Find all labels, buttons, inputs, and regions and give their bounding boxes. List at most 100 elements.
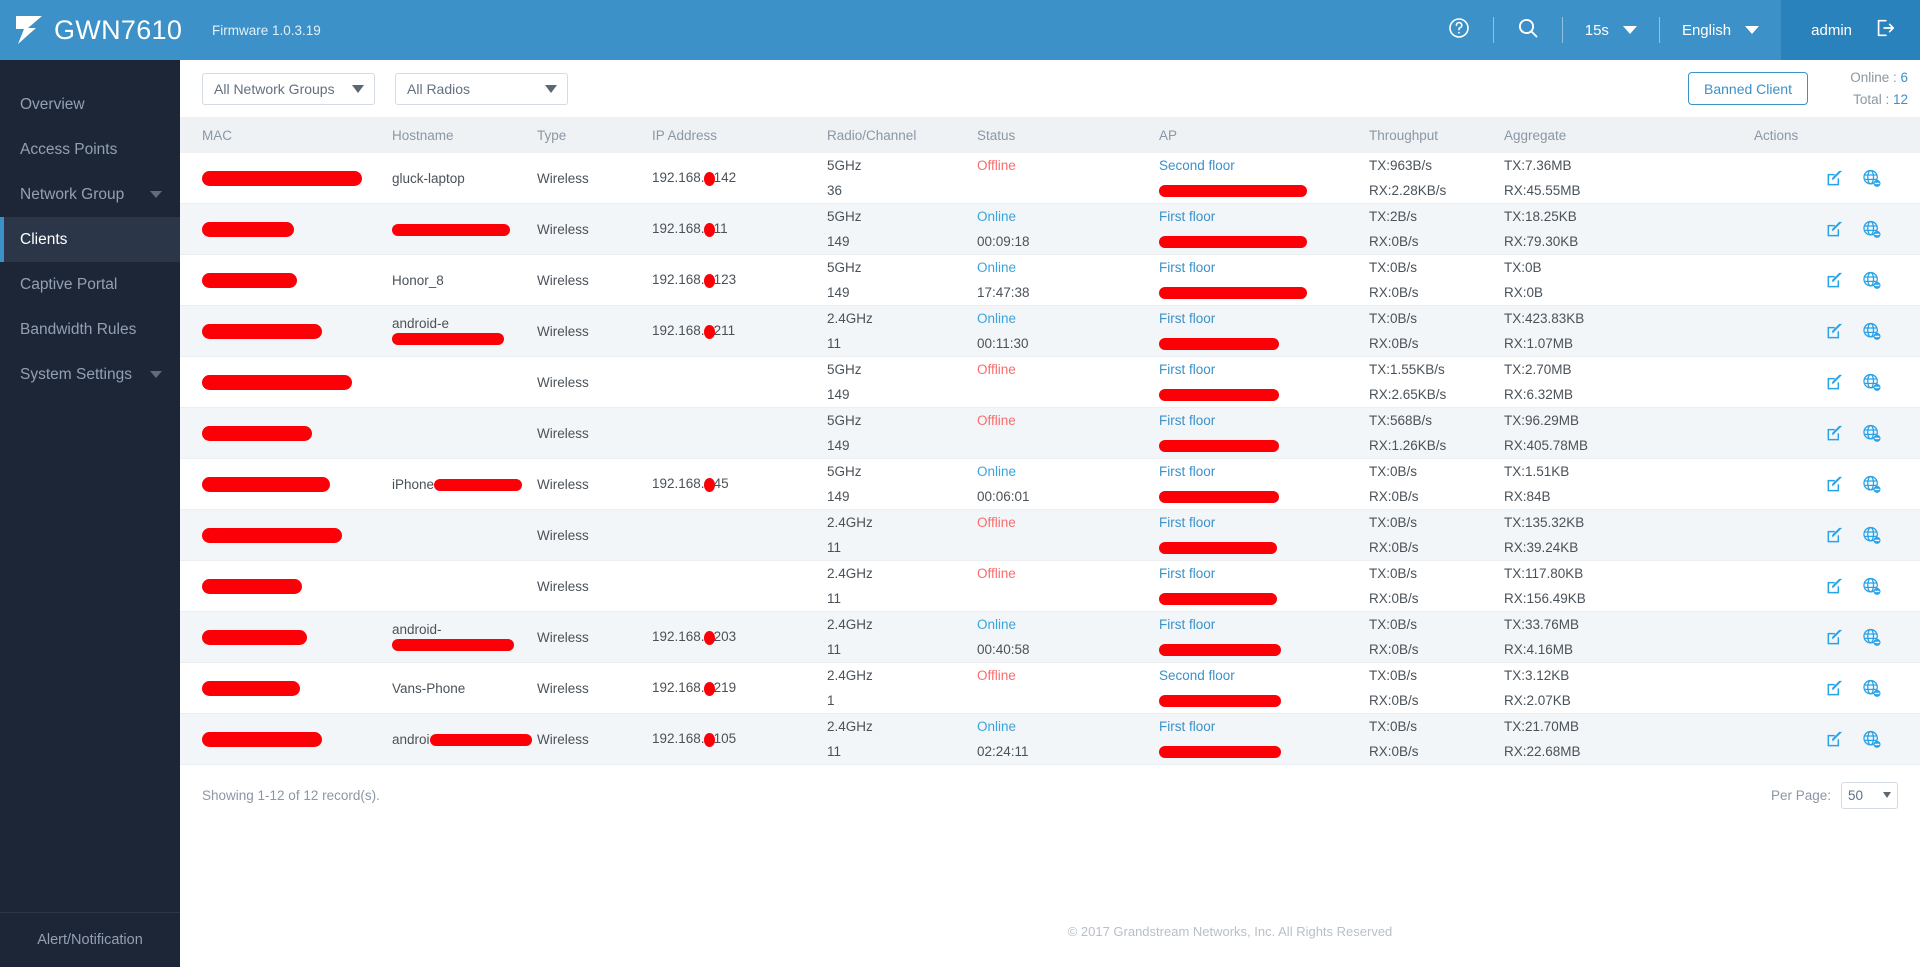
ap-name-link[interactable]: First floor — [1159, 612, 1369, 637]
block-internet-icon[interactable] — [1861, 576, 1882, 597]
ap-name-link[interactable]: First floor — [1159, 714, 1369, 739]
cell-hostname-text: Vans-Phone — [392, 680, 466, 696]
sidebar-item-system-settings[interactable]: System Settings — [0, 352, 180, 397]
table-row[interactable]: gluck-laptop Wireless 192.168. 142 5GHz 36 Off… — [180, 153, 1920, 204]
user-menu[interactable]: admin — [1781, 0, 1920, 60]
column-header-hostname[interactable]: Hostname — [392, 117, 537, 153]
search-button[interactable] — [1494, 0, 1562, 60]
edit-icon[interactable] — [1825, 423, 1845, 444]
aggregate-tx: TX:2.70MB — [1504, 362, 1572, 377]
help-button[interactable] — [1425, 0, 1493, 60]
column-header-throughput[interactable]: Throughput — [1369, 117, 1504, 153]
column-header-mac[interactable]: MAC — [180, 117, 392, 153]
table-row[interactable]: Honor_8 Wireless 192.168. 123 5GHz 149 Online 1… — [180, 254, 1920, 306]
aggregate-rx: RX:45.55MB — [1504, 183, 1581, 198]
ap-name-link[interactable]: Second floor — [1159, 663, 1369, 688]
network-group-filter[interactable]: All Network Groups — [202, 72, 375, 105]
block-internet-icon[interactable] — [1861, 321, 1882, 342]
banned-client-button[interactable]: Banned Client — [1688, 72, 1808, 105]
edit-icon[interactable] — [1825, 729, 1845, 750]
table-row[interactable]: Wireless 5GHz 149 Offline First floor TX:1.5… — [180, 356, 1920, 408]
ap-mac — [1159, 535, 1369, 560]
cell-ap: First floor — [1159, 560, 1369, 612]
column-header-ap[interactable]: AP — [1159, 117, 1369, 153]
redaction-mark — [1159, 287, 1307, 300]
sidebar-item-network-group[interactable]: Network Group — [0, 172, 180, 217]
cell-radio-channel: 5GHz 36 — [827, 153, 977, 204]
edit-icon[interactable] — [1825, 168, 1845, 189]
edit-icon[interactable] — [1825, 270, 1845, 291]
ap-name-link[interactable]: Second floor — [1159, 153, 1369, 178]
table-row[interactable]: Wireless 2.4GHz 11 Offline First floor TX:0B… — [180, 560, 1920, 612]
edit-icon[interactable] — [1825, 627, 1845, 648]
redaction-mark — [1159, 695, 1281, 708]
column-header-ip[interactable]: IP Address — [652, 117, 827, 153]
table-row[interactable]: android-e Wireless 192.168. 211 2.4GHz 11 Onli… — [180, 305, 1920, 357]
column-header-actions: Actions — [1754, 117, 1920, 153]
ap-name-link[interactable]: First floor — [1159, 459, 1369, 484]
sidebar-item-overview[interactable]: Overview — [0, 82, 180, 127]
cell-status: Offline — [977, 356, 1159, 408]
table-row[interactable]: Wireless 2.4GHz 11 Offline First floor TX:0B… — [180, 509, 1920, 561]
sidebar-item-captive-portal[interactable]: Captive Portal — [0, 262, 180, 307]
ap-name-link[interactable]: First floor — [1159, 255, 1369, 280]
aggregate-tx: TX:135.32KB — [1504, 515, 1585, 530]
cell-ap: First floor — [1159, 611, 1369, 663]
column-header-type[interactable]: Type — [537, 117, 652, 153]
ap-name-link[interactable]: First floor — [1159, 561, 1369, 586]
ap-name-link[interactable]: First floor — [1159, 408, 1369, 433]
total-count: Total : 12 — [1850, 89, 1908, 111]
sidebar-item-clients[interactable]: Clients — [0, 217, 180, 262]
edit-icon[interactable] — [1825, 474, 1845, 495]
ap-name-link[interactable]: First floor — [1159, 510, 1369, 535]
throughput-tx: TX:0B/s — [1369, 719, 1418, 734]
sidebar-item-label: Overview — [20, 95, 85, 113]
cell-ap: First floor — [1159, 407, 1369, 459]
ap-name-link[interactable]: First floor — [1159, 204, 1369, 229]
status-badge: Offline — [977, 158, 1016, 173]
cell-ip-prefix: 192.168. — [652, 680, 705, 696]
block-internet-icon[interactable] — [1861, 372, 1882, 393]
table-row[interactable]: androi Wireless 192.168. 105 2.4GHz 11 Online 0… — [180, 713, 1920, 765]
table-row[interactable]: Wireless 192.168. 11 5GHz 149 Online 00:09:18 F… — [180, 203, 1920, 255]
per-page-select[interactable]: 50 — [1841, 781, 1898, 809]
edit-icon[interactable] — [1825, 372, 1845, 393]
refresh-interval-selector[interactable]: 15s — [1563, 0, 1659, 60]
edit-icon[interactable] — [1825, 219, 1845, 240]
column-header-aggregate[interactable]: Aggregate — [1504, 117, 1754, 153]
status-uptime — [977, 688, 1159, 713]
block-internet-icon[interactable] — [1861, 525, 1882, 546]
block-internet-icon[interactable] — [1861, 270, 1882, 291]
edit-icon[interactable] — [1825, 576, 1845, 597]
block-internet-icon[interactable] — [1861, 219, 1882, 240]
logout-icon[interactable] — [1874, 17, 1896, 44]
language-selector[interactable]: English — [1660, 0, 1781, 60]
block-internet-icon[interactable] — [1861, 423, 1882, 444]
block-internet-icon[interactable] — [1861, 678, 1882, 699]
cell-ip-prefix: 192.168. — [652, 170, 705, 186]
sidebar-item-access-points[interactable]: Access Points — [0, 127, 180, 172]
table-row[interactable]: Vans-Phone Wireless 192.168. 219 2.4GHz 1 Offl… — [180, 662, 1920, 714]
table-row[interactable]: Wireless 5GHz 149 Offline First floor TX:568… — [180, 407, 1920, 459]
chevron-down-icon — [1622, 26, 1637, 34]
ap-name-link[interactable]: First floor — [1159, 306, 1369, 331]
alert-notification-button[interactable]: Alert/Notification — [0, 912, 180, 967]
ap-name-link[interactable]: First floor — [1159, 357, 1369, 382]
edit-icon[interactable] — [1825, 525, 1845, 546]
cell-status: Offline — [977, 662, 1159, 714]
table-row[interactable]: iPhone Wireless 192.168. 45 5GHz 149 Online 00:… — [180, 458, 1920, 510]
sidebar-item-bandwidth-rules[interactable]: Bandwidth Rules — [0, 307, 180, 352]
edit-icon[interactable] — [1825, 678, 1845, 699]
block-internet-icon[interactable] — [1861, 627, 1882, 648]
cell-status: Online 00:40:58 — [977, 611, 1159, 663]
column-header-radio[interactable]: Radio/Channel — [827, 117, 977, 153]
column-header-status[interactable]: Status — [977, 117, 1159, 153]
block-internet-icon[interactable] — [1861, 474, 1882, 495]
edit-icon[interactable] — [1825, 321, 1845, 342]
block-internet-icon[interactable] — [1861, 729, 1882, 750]
table-row[interactable]: android- Wireless 192.168. 203 2.4GHz 11 Onlin… — [180, 611, 1920, 663]
block-internet-icon[interactable] — [1861, 168, 1882, 189]
redaction-mark — [202, 680, 300, 696]
radio-filter[interactable]: All Radios — [395, 72, 568, 105]
cell-status: Offline — [977, 509, 1159, 561]
